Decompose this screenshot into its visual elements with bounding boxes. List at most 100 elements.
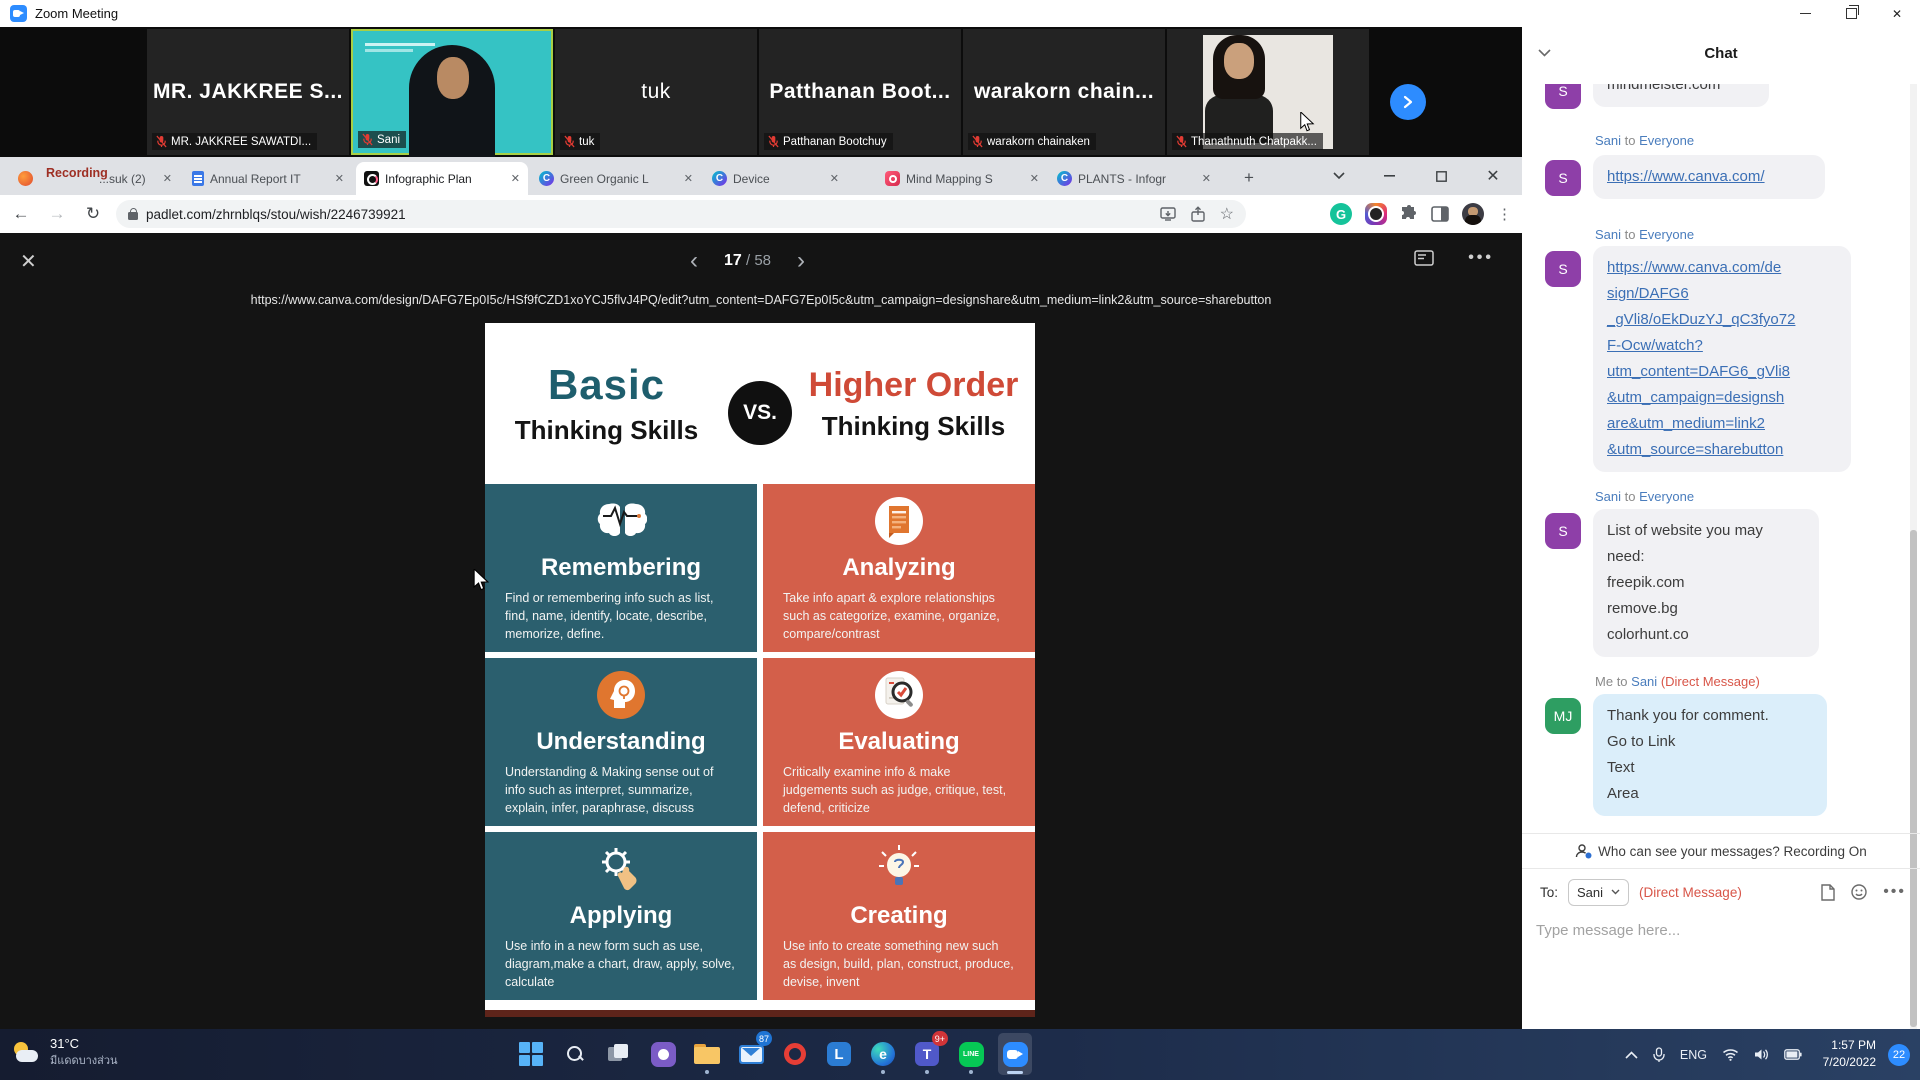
bookmark-star-icon[interactable]: ☆	[1220, 204, 1234, 224]
tab-plants[interactable]: C PLANTS - Infogr ✕	[1049, 162, 1219, 195]
cell-evaluating: Evaluating Critically examine info & mak…	[763, 658, 1035, 826]
taskbar-clock[interactable]: 1:57 PM 7/20/2022	[1823, 1037, 1876, 1071]
chat-message-dm[interactable]: Thank you for comment. Go to Link Text A…	[1593, 694, 1827, 816]
close-button[interactable]: ✕	[1874, 0, 1920, 27]
tab-label: Device	[733, 172, 770, 186]
next-slide-button[interactable]: ›	[797, 247, 805, 275]
side-panel-icon[interactable]	[1431, 206, 1449, 222]
wifi-icon[interactable]	[1722, 1048, 1739, 1061]
participant-tile-photo[interactable]: Thanathnuth Chatpakk...	[1167, 29, 1369, 155]
viewer-more-kebab-icon[interactable]: •••	[1468, 249, 1494, 267]
forward-button[interactable]: →	[42, 199, 72, 229]
new-tab-button[interactable]: +	[1236, 165, 1262, 191]
hidden-icons-chevron[interactable]	[1625, 1051, 1638, 1059]
tab-close-icon[interactable]: ✕	[511, 172, 520, 185]
tab-annual-report[interactable]: Annual Report IT ✕	[184, 162, 352, 195]
subtitle-right: Thinking Skills	[792, 411, 1035, 442]
opera-button[interactable]	[778, 1033, 812, 1075]
tab-close-icon[interactable]: ✕	[684, 172, 693, 185]
edge-button[interactable]: e	[866, 1033, 900, 1075]
reload-button[interactable]: ↻	[78, 199, 108, 229]
system-tray: ENG	[1625, 1029, 1802, 1080]
share-icon[interactable]	[1190, 206, 1206, 222]
chat-scrollbar-thumb[interactable]	[1910, 530, 1917, 1027]
browser-maximize-button[interactable]	[1420, 157, 1462, 195]
page-current: 17	[724, 252, 742, 269]
sender-from: Sani	[1595, 133, 1621, 148]
cell-body: Understanding & Making sense out of info…	[485, 756, 757, 817]
l-app-button[interactable]: L	[822, 1033, 856, 1075]
attach-file-icon[interactable]	[1821, 884, 1835, 901]
chat-message[interactable]: List of website you may need: freepik.co…	[1593, 509, 1819, 657]
participant-tile[interactable]: Patthanan Boot... Patthanan Bootchuy	[759, 29, 961, 155]
tab-close-icon[interactable]: ✕	[163, 172, 172, 185]
participant-big-name: tuk	[555, 80, 757, 104]
recipient-select[interactable]: Sani	[1568, 879, 1629, 906]
windows-start-icon	[519, 1042, 543, 1066]
sender-target: Everyone	[1639, 227, 1694, 242]
chat-message-input[interactable]	[1534, 921, 1908, 940]
task-view-button[interactable]	[602, 1033, 636, 1075]
taskbar-weather[interactable]: 31°C มีแดดบางส่วน	[12, 1036, 118, 1069]
battery-icon[interactable]	[1784, 1049, 1802, 1060]
extensions-puzzle-icon[interactable]	[1400, 205, 1418, 223]
chat-more-kebab-icon[interactable]: •••	[1883, 883, 1906, 901]
prev-slide-button[interactable]: ‹	[690, 247, 698, 275]
notification-count-badge[interactable]: 22	[1888, 1044, 1910, 1066]
browser-profile-avatar[interactable]	[1462, 203, 1484, 225]
participant-tile[interactable]: MR. JAKKREE S... MR. JAKKREE SAWATDI...	[147, 29, 349, 155]
tab-infographic-active[interactable]: Infographic Plan ✕	[356, 162, 528, 195]
browser-close-button[interactable]: ✕	[1472, 157, 1514, 195]
participant-tile[interactable]: tuk tuk	[555, 29, 757, 155]
purple-app-button[interactable]	[646, 1033, 680, 1075]
browser-minimize-button[interactable]	[1368, 157, 1410, 195]
padlet-viewer: ✕ ‹ 17 / 58 › ••• https://www.canva.com/…	[0, 233, 1522, 1029]
tab-search-chevron[interactable]	[1318, 157, 1360, 195]
minimize-button[interactable]	[1782, 0, 1828, 27]
chat-message-link[interactable]: https://www.canva.com/	[1593, 155, 1825, 199]
tab-close-icon[interactable]: ✕	[1202, 172, 1211, 185]
taskbar-search-button[interactable]	[558, 1033, 592, 1075]
tab-close-icon[interactable]: ✕	[830, 172, 839, 185]
chat-header: Chat	[1522, 27, 1920, 84]
back-button[interactable]: ←	[6, 199, 36, 229]
camera-extension-icon[interactable]	[1365, 203, 1387, 225]
viewer-close-icon[interactable]: ✕	[20, 249, 37, 274]
file-explorer-button[interactable]	[690, 1033, 724, 1075]
start-button[interactable]	[514, 1033, 548, 1075]
infographic-grid: Remembering Find or remembering info suc…	[485, 484, 1035, 1000]
chat-to-row: To: Sani (Direct Message) •••	[1522, 875, 1920, 909]
tray-time: 1:57 PM	[1823, 1037, 1876, 1054]
participant-tile[interactable]: warakorn chain... warakorn chainaken	[963, 29, 1165, 155]
zoom-titlebar: Zoom Meeting ✕	[0, 0, 1920, 28]
next-participants-button[interactable]	[1390, 84, 1426, 120]
slideshow-panel-icon[interactable]	[1414, 250, 1434, 266]
mail-button[interactable]: 87	[734, 1033, 768, 1075]
emoji-icon[interactable]	[1851, 884, 1867, 900]
browser-menu-kebab-icon[interactable]: ⋮	[1497, 205, 1512, 223]
grammarly-icon[interactable]: G	[1330, 203, 1352, 225]
install-icon[interactable]	[1160, 206, 1176, 222]
input-language[interactable]: ENG	[1680, 1048, 1707, 1062]
tab-device[interactable]: C Device ✕	[704, 162, 874, 195]
tab-close-icon[interactable]: ✕	[1030, 172, 1039, 185]
search-icon	[565, 1044, 585, 1064]
tab-mind-mapping[interactable]: Mind Mapping S ✕	[877, 162, 1047, 195]
speaker-icon[interactable]	[1754, 1048, 1769, 1061]
participant-tile-video[interactable]: Sani	[351, 29, 553, 155]
sender-to-word: to	[1625, 489, 1636, 504]
tray-mic-icon[interactable]	[1653, 1047, 1665, 1063]
teams-button[interactable]: T9+	[910, 1033, 944, 1075]
chat-message-link[interactable]: https://www.canva.com/de sign/DAFG6 _gVl…	[1593, 246, 1851, 472]
zoom-taskbar-button[interactable]	[998, 1033, 1032, 1075]
address-bar[interactable]: padlet.com/zhrnblqs/stou/wish/2246739921…	[116, 200, 1246, 228]
line-button[interactable]: LINE	[954, 1033, 988, 1075]
restore-button[interactable]	[1828, 0, 1874, 27]
tab-close-icon[interactable]: ✕	[335, 172, 344, 185]
participant-name: Patthanan Bootchuy	[783, 136, 887, 148]
chevron-right-icon	[1401, 95, 1415, 109]
line-app-icon: LINE	[959, 1042, 984, 1067]
tab-green-organic[interactable]: C Green Organic L ✕	[531, 162, 701, 195]
sender-to-word: to	[1625, 133, 1636, 148]
cell-remembering: Remembering Find or remembering info suc…	[485, 484, 757, 652]
